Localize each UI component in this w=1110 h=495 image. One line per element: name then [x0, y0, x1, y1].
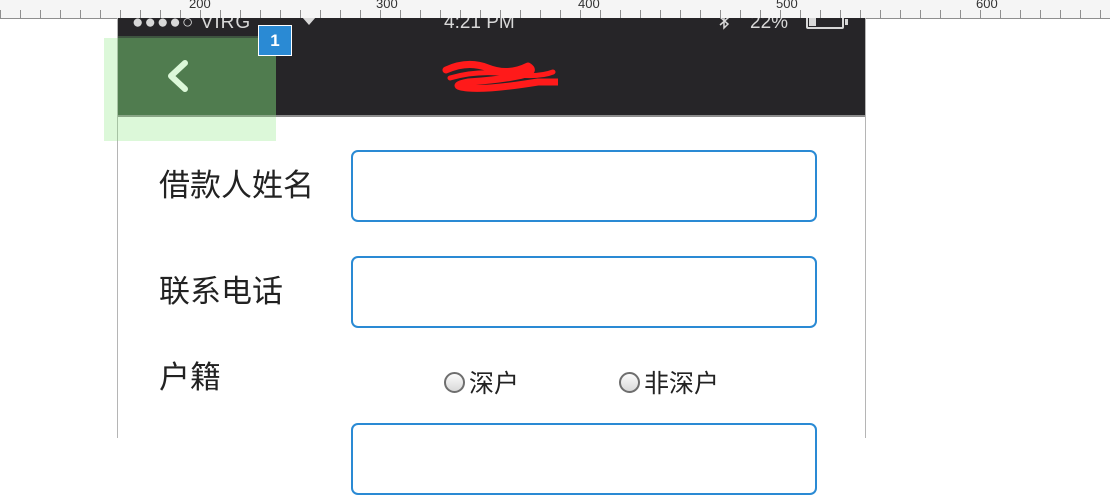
ruler-tick	[220, 10, 221, 18]
ruler-tick	[1100, 10, 1101, 18]
ruler-tick	[180, 10, 181, 18]
ruler-tick	[400, 10, 401, 18]
signal-strength: ●●●●○ VIRG	[132, 18, 251, 34]
bluetooth-icon	[718, 18, 730, 36]
ruler-tick	[340, 10, 341, 18]
battery-icon	[806, 18, 844, 29]
borrower-name-label: 借款人姓名	[159, 168, 314, 204]
battery-percent: 22%	[750, 18, 789, 33]
ruler-tick	[800, 10, 801, 18]
ruler-tick	[740, 10, 741, 18]
phone-input[interactable]	[351, 256, 817, 328]
ruler-tick	[280, 10, 281, 18]
ruler-tick	[660, 10, 661, 18]
ruler-tick	[0, 10, 1, 18]
ruler-tick	[20, 10, 21, 18]
ruler-tick	[460, 10, 461, 18]
ruler-tick	[840, 10, 841, 18]
wifi-icon	[300, 18, 318, 31]
ruler-tick	[360, 10, 361, 18]
carrier-name: VIRG	[200, 18, 252, 33]
radio-shenzhen-household[interactable]: 深户	[444, 364, 519, 400]
highlight-badge: 1	[258, 25, 292, 56]
ruler-tick	[980, 10, 981, 18]
redacted-title-scribble	[442, 61, 558, 92]
status-bar: ●●●●○ VIRG 4:21 PM 22%	[118, 18, 865, 36]
ruler-tick	[640, 10, 641, 18]
ruler-tick	[900, 10, 901, 18]
ruler-tick	[960, 10, 961, 18]
household-label: 户籍	[159, 360, 221, 396]
radio-label: 非深户	[644, 369, 720, 398]
radio-label: 深户	[469, 369, 520, 398]
battery-tip	[845, 19, 848, 25]
ruler-tick	[80, 10, 81, 18]
ruler-tick	[780, 10, 781, 18]
ruler-tick	[1020, 10, 1021, 18]
radio-circle[interactable]	[619, 371, 640, 393]
ruler-tick	[300, 10, 301, 18]
ruler-tick	[580, 10, 581, 18]
borrower-name-input[interactable]	[351, 150, 817, 222]
ruler-tick	[880, 10, 881, 18]
clock: 4:21 PM	[444, 18, 515, 33]
ruler-tick	[500, 10, 501, 18]
ruler-tick	[680, 10, 681, 18]
ruler-tick	[1060, 10, 1061, 18]
ruler-tick	[860, 10, 861, 18]
ruler-tick	[240, 10, 241, 18]
ruler-tick	[320, 10, 321, 18]
ruler-tick	[1080, 10, 1081, 18]
ruler-tick	[160, 10, 161, 18]
ruler-tick	[760, 10, 761, 18]
ruler-tick	[620, 10, 621, 18]
ruler-tick	[700, 10, 701, 18]
ruler-tick	[920, 10, 921, 18]
ruler-tick	[480, 10, 481, 18]
ruler-tick	[720, 10, 721, 18]
ruler-tick	[200, 10, 201, 18]
ruler-tick	[560, 10, 561, 18]
phone-label: 联系电话	[159, 274, 283, 310]
ruler-tick	[1000, 10, 1001, 18]
ruler-tick	[40, 10, 41, 18]
ruler-tick	[100, 10, 101, 18]
radio-non-shenzhen-household[interactable]: 非深户	[619, 364, 719, 400]
ruler-tick	[600, 10, 601, 18]
ruler-tick	[540, 10, 541, 18]
ruler-tick	[440, 10, 441, 18]
battery-fill	[809, 18, 816, 26]
ruler-tick	[1040, 10, 1041, 18]
ruler-tick	[60, 10, 61, 18]
ruler-tick	[940, 10, 941, 18]
ruler-tick	[820, 10, 821, 18]
ruler-tick	[140, 10, 141, 18]
ruler-tick	[420, 10, 421, 18]
radio-circle[interactable]	[444, 371, 465, 393]
ruler-tick	[260, 10, 261, 18]
signal-dots: ●●●●○	[132, 18, 195, 33]
ruler-tick	[120, 10, 121, 18]
element-highlight	[104, 38, 276, 141]
next-field-input[interactable]	[351, 423, 817, 495]
ruler: 200 300 400 500 600	[0, 0, 1110, 19]
ruler-tick	[380, 10, 381, 18]
ruler-tick	[520, 10, 521, 18]
ruler-label: 400	[578, 0, 600, 11]
